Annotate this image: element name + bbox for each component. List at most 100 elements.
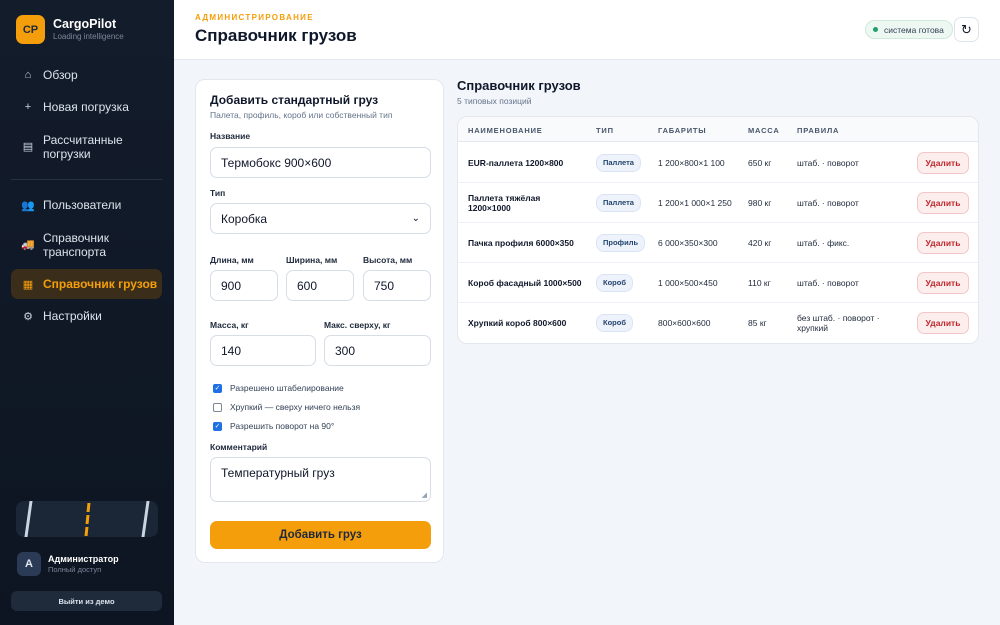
cargo-mass: 650 кг [748, 158, 772, 168]
refresh-button[interactable]: ↻ [954, 17, 979, 42]
truck-icon: 🚚 [21, 239, 35, 251]
comment-textarea-value: Температурный груз [221, 466, 335, 480]
name-input-value: Термобокс 900×600 [221, 155, 332, 170]
table-row: Пачка профиля 6000×350 Профиль 6 000×350… [458, 223, 978, 263]
max-top-load-label: Макс. сверху, кг [324, 320, 391, 330]
resize-grip-icon[interactable]: ◢ [422, 491, 427, 499]
nav-item-label: Новая погрузка [43, 100, 129, 114]
nav-item-label: Справочник транспорта [43, 231, 109, 259]
name-input[interactable]: Термобокс 900×600 [210, 147, 431, 178]
add-cargo-button[interactable]: Добавить груз [210, 521, 431, 549]
cargo-rules: штаб. · поворот [797, 158, 859, 168]
user-name: Администратор [48, 554, 119, 564]
delete-button[interactable]: Удалить [917, 232, 969, 254]
mass-label: Масса, кг [210, 320, 249, 330]
user-role: Полный доступ [48, 565, 102, 574]
cargo-mass: 110 кг [748, 278, 771, 288]
nav-item-overview[interactable]: ⌂ Обзор [11, 64, 162, 86]
status-dot-icon [873, 27, 878, 32]
comment-textarea[interactable]: Температурный груз ◢ [210, 457, 431, 502]
table-row: Паллета тяжёлая 1200×1000 Паллета 1 200×… [458, 183, 978, 223]
add-cargo-form: Добавить стандартный груз Палета, профил… [195, 79, 444, 563]
cargo-dims: 1 200×1 000×1 250 [658, 198, 732, 208]
cargo-dims: 6 000×350×300 [658, 238, 718, 248]
nav-item-calculated-loadings[interactable]: ▤ Рассчитанные погрузки [11, 130, 162, 164]
max-top-load-input[interactable]: 300 [324, 335, 431, 366]
cargo-name: Паллета тяжёлая 1200×1000 [468, 193, 541, 213]
app-tagline: Loading intelligence [53, 32, 124, 41]
nav-item-label: Обзор [43, 68, 78, 82]
height-input-value: 750 [374, 278, 395, 293]
delete-button[interactable]: Удалить [917, 312, 969, 334]
road-edge-line [141, 501, 150, 537]
fragile-checkbox-row[interactable]: Хрупкий — сверху ничего нельзя [213, 402, 360, 412]
form-title: Добавить стандартный груз [210, 93, 379, 107]
stacking-checkbox-row[interactable]: ✓ Разрешено штабелирование [213, 383, 344, 393]
gear-icon: ⚙ [23, 310, 33, 323]
length-input[interactable]: 900 [210, 270, 278, 301]
type-label: Тип [210, 188, 226, 198]
cargo-name: Пачка профиля 6000×350 [468, 238, 574, 248]
name-label: Название [210, 131, 251, 141]
column-header-type: ТИП [596, 126, 614, 135]
mass-input-value: 140 [221, 343, 242, 358]
cargo-rules: штаб. · фикс. [797, 238, 850, 248]
type-select[interactable]: Коробка ⌄ [210, 203, 431, 234]
nav-item-new-loading[interactable]: + Новая погрузка [11, 96, 162, 118]
delete-button[interactable]: Удалить [917, 192, 969, 214]
brand[interactable]: CP CargoPilot Loading intelligence [16, 15, 124, 44]
mass-input[interactable]: 140 [210, 335, 316, 366]
rotation-checkbox[interactable]: ✓ [213, 421, 222, 431]
sidebar: CP CargoPilot Loading intelligence ⌂ Обз… [0, 0, 174, 625]
nav-item-label: Справочник грузов [43, 277, 158, 291]
status-badge: система готова [865, 20, 953, 39]
delete-button[interactable]: Удалить [917, 272, 969, 294]
refresh-icon: ↻ [961, 21, 972, 37]
plus-icon: + [24, 101, 32, 113]
column-header-dims: ГАБАРИТЫ [658, 126, 707, 135]
avatar: A [17, 552, 41, 576]
column-header-rules: ПРАВИЛА [797, 126, 840, 135]
type-badge: Короб [596, 314, 633, 332]
cargo-rules: штаб. · поворот [797, 198, 859, 208]
width-input[interactable]: 600 [286, 270, 354, 301]
rotation-checkbox-label: Разрешить поворот на 90° [230, 421, 335, 431]
home-icon: ⌂ [24, 69, 32, 81]
type-select-value: Коробка [221, 211, 268, 226]
fragile-checkbox[interactable] [213, 402, 222, 412]
app-name: CargoPilot [53, 17, 117, 31]
type-badge: Короб [596, 274, 633, 292]
page-title: Справочник грузов [195, 26, 357, 45]
height-input[interactable]: 750 [363, 270, 431, 301]
nav-item-transport-catalog[interactable]: 🚚 Справочник транспорта [11, 228, 162, 262]
status-text: система готова [884, 24, 944, 35]
app-logo: CP [16, 15, 45, 44]
form-subtitle: Палета, профиль, короб или собственный т… [210, 110, 393, 120]
cargo-dims: 1 200×800×1 100 [658, 158, 725, 168]
cargo-mass: 420 кг [748, 238, 772, 248]
max-top-load-input-value: 300 [335, 343, 356, 358]
nav-divider [11, 179, 162, 180]
cargo-dims: 1 000×500×450 [658, 278, 718, 288]
width-input-value: 600 [297, 278, 318, 293]
comment-label: Комментарий [210, 442, 268, 452]
type-badge: Профиль [596, 234, 646, 252]
road-edge-line [24, 501, 33, 537]
cargo-name: Хрупкий короб 800×600 [468, 318, 567, 328]
rotation-checkbox-row[interactable]: ✓ Разрешить поворот на 90° [213, 421, 334, 431]
nav-item-cargo-catalog[interactable]: ▦ Справочник грузов [11, 269, 162, 299]
stacking-checkbox-label: Разрешено штабелирование [230, 383, 344, 393]
nav-item-users[interactable]: 👥 Пользователи [11, 194, 162, 216]
logout-button[interactable]: Выйти из демо [11, 591, 162, 611]
type-badge: Паллета [596, 194, 641, 212]
width-label: Ширина, мм [286, 255, 338, 265]
user-card: A Администратор Полный доступ [17, 552, 119, 576]
nav-item-label: Настройки [43, 309, 102, 323]
nav-item-settings[interactable]: ⚙ Настройки [11, 305, 162, 327]
stacking-checkbox[interactable]: ✓ [213, 383, 222, 393]
cargo-mass: 85 кг [748, 318, 767, 328]
table-row: Хрупкий короб 800×600 Короб 800×600×600 … [458, 303, 978, 343]
cargo-mass: 980 кг [748, 198, 772, 208]
cargo-table: НАИМЕНОВАНИЕ ТИП ГАБАРИТЫ МАССА ПРАВИЛА … [457, 116, 979, 344]
delete-button[interactable]: Удалить [917, 152, 969, 174]
